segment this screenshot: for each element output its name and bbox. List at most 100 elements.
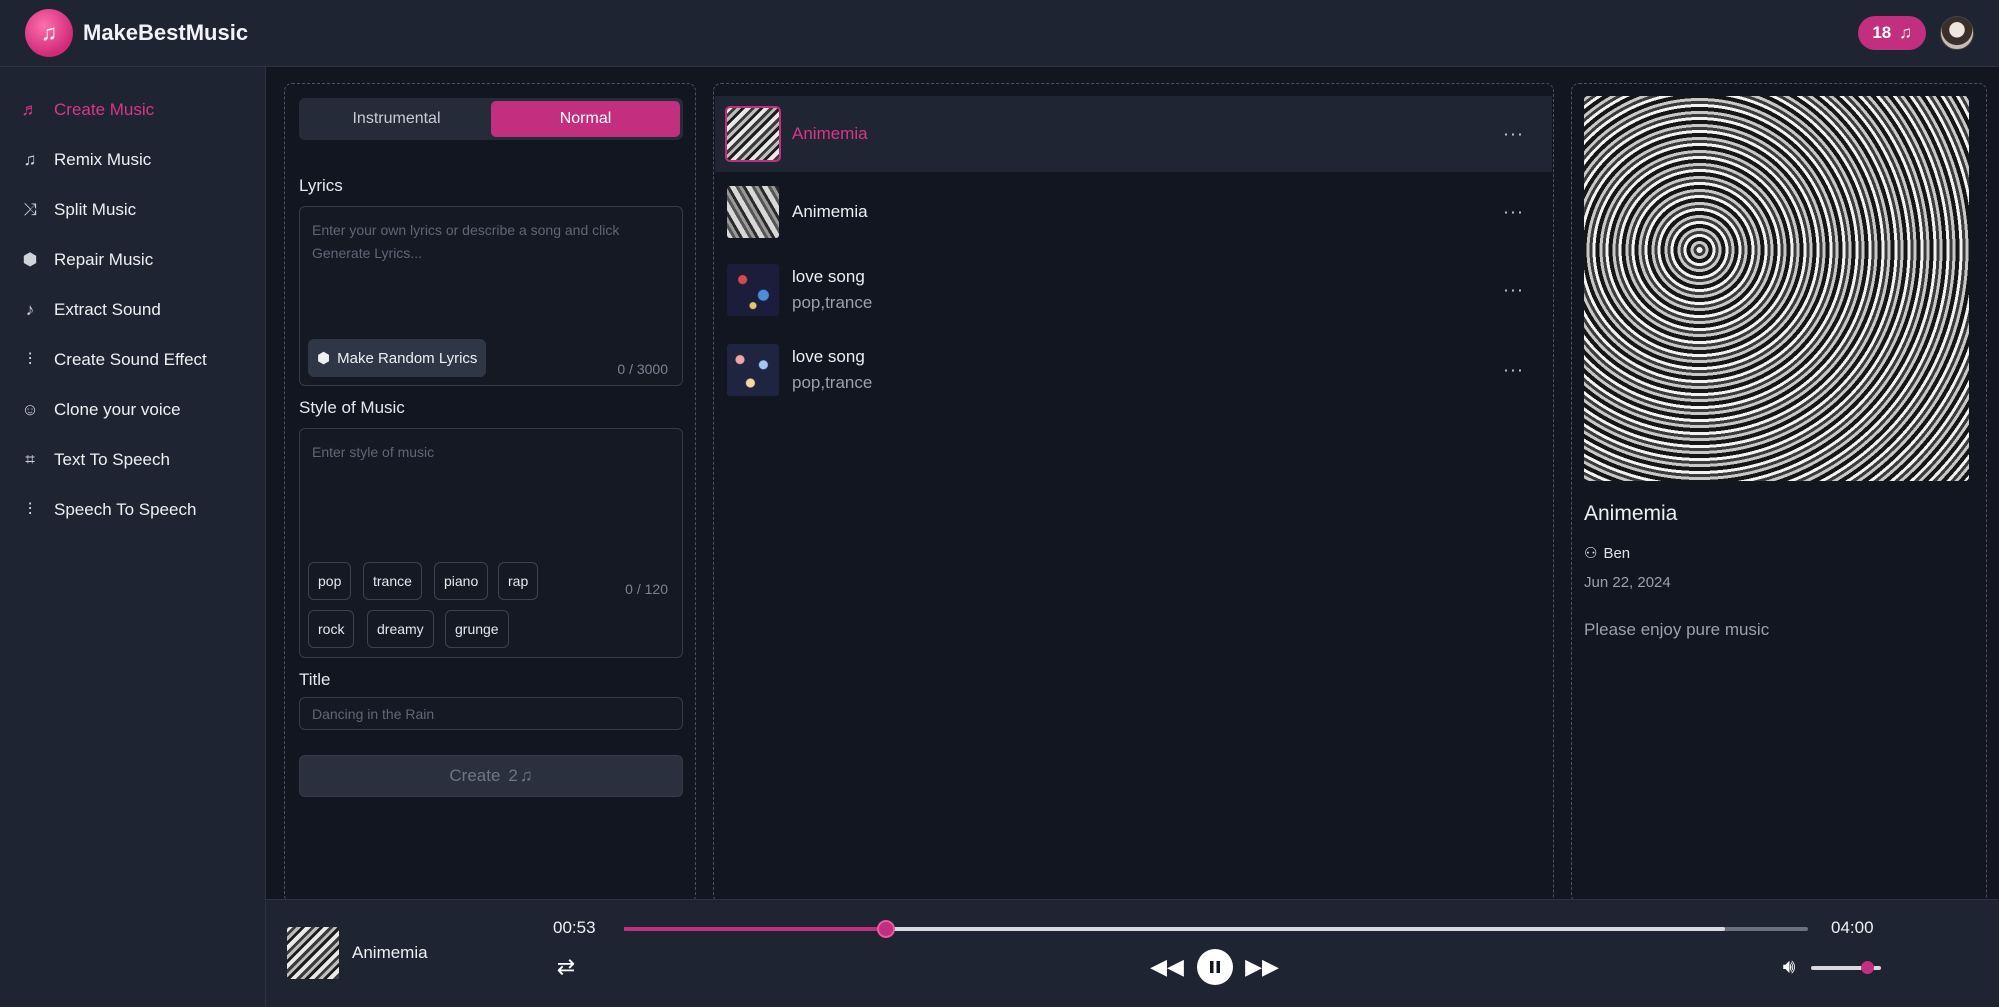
- tag-piano[interactable]: piano: [434, 562, 489, 600]
- more-options-icon[interactable]: ···: [1503, 202, 1524, 223]
- sidebar-item-clone-voice[interactable]: ☺ Clone your voice: [0, 385, 265, 435]
- sidebar-item-create-music[interactable]: ♬ Create Music: [0, 85, 265, 135]
- song-title: Animemia: [792, 124, 868, 143]
- sidebar-item-split-music[interactable]: ⤨ Split Music: [0, 185, 265, 235]
- title-input[interactable]: Dancing in the Rain: [299, 697, 683, 730]
- more-options-icon[interactable]: ···: [1503, 124, 1524, 145]
- song-thumbnail: [727, 264, 779, 316]
- volume-icon[interactable]: 🔊︎: [1776, 955, 1802, 979]
- cover-art: [1584, 96, 1969, 481]
- voice-icon: ☺: [21, 400, 39, 419]
- lyrics-counter: 0 / 3000: [617, 361, 668, 377]
- song-tags: pop,trance: [792, 373, 873, 392]
- detail-author: ⚇ Ben: [1584, 544, 1631, 563]
- main-area: Instrumental Normal Lyrics Enter your ow…: [266, 67, 1999, 903]
- style-placeholder: Enter style of music: [312, 444, 435, 460]
- repeat-icon[interactable]: ⇄: [553, 954, 579, 980]
- create-form-panel: Instrumental Normal Lyrics Enter your ow…: [284, 83, 696, 903]
- tag-pop[interactable]: pop: [308, 562, 352, 600]
- avatar[interactable]: [1940, 16, 1974, 50]
- sidebar-item-label: Extract Sound: [54, 300, 161, 319]
- extract-icon: ♪: [25, 300, 35, 319]
- pause-icon: [1210, 961, 1220, 973]
- song-tags: pop,trance: [792, 293, 873, 312]
- list-item[interactable]: Animemia ···: [715, 96, 1552, 172]
- tag-rap[interactable]: rap: [498, 562, 539, 600]
- player-title: Animemia: [352, 943, 428, 962]
- credits-badge[interactable]: 18 ♫: [1858, 16, 1926, 50]
- fast-forward-icon[interactable]: ▶▶: [1245, 954, 1279, 980]
- sidebar-item-label: Clone your voice: [54, 400, 181, 419]
- sidebar-item-label: Remix Music: [54, 150, 152, 169]
- user-icon: ⚇: [1584, 545, 1598, 562]
- mode-normal-button[interactable]: Normal: [491, 101, 680, 137]
- sidebar-item-label: Split Music: [54, 200, 137, 219]
- logo-icon: ♫: [25, 9, 73, 57]
- sidebar-item-label: Create Music: [54, 100, 155, 119]
- volume-handle[interactable]: [1861, 961, 1874, 974]
- sidebar-item-label: Create Sound Effect: [54, 350, 207, 369]
- list-item[interactable]: love song pop,trance ···: [715, 252, 1552, 328]
- sidebar-item-label: Speech To Speech: [54, 500, 197, 519]
- pause-button[interactable]: [1197, 949, 1233, 985]
- progress-slider[interactable]: [624, 920, 1808, 938]
- style-label: Style of Music: [299, 398, 405, 417]
- repair-icon: ⬢: [22, 250, 38, 269]
- list-item[interactable]: love song pop,trance ···: [715, 332, 1552, 408]
- tag-grunge[interactable]: grunge: [445, 610, 509, 648]
- author-name: Ben: [1603, 544, 1631, 562]
- top-bar: ♫ MakeBestMusic 18 ♫: [0, 0, 1999, 67]
- sidebar-item-text-to-speech[interactable]: ⌗ Text To Speech: [0, 435, 265, 485]
- dice-icon: ⬢: [317, 350, 331, 367]
- make-random-lyrics-button[interactable]: ⬢ Make Random Lyrics: [308, 339, 487, 377]
- song-title: Animemia: [792, 202, 868, 221]
- music-note-icon: ♫: [1899, 23, 1912, 42]
- sidebar-item-label: Repair Music: [54, 250, 154, 269]
- tag-trance[interactable]: trance: [363, 562, 422, 600]
- sidebar-item-label: Text To Speech: [54, 450, 170, 469]
- progress-fill: [624, 927, 886, 931]
- song-thumbnail: [727, 186, 779, 238]
- mode-toggle: Instrumental Normal: [299, 98, 683, 140]
- split-icon: ⤨: [23, 200, 37, 219]
- player-bar: Animemia 00:53 04:00 ⇄ ◀◀ ▶▶ 🔊︎: [266, 899, 1999, 1007]
- title-label: Title: [299, 670, 331, 689]
- detail-description: Please enjoy pure music: [1584, 620, 1770, 639]
- list-item[interactable]: Animemia ···: [715, 174, 1552, 250]
- detail-date: Jun 22, 2024: [1584, 574, 1671, 591]
- progress-handle[interactable]: [876, 920, 895, 938]
- sidebar-item-extract-sound[interactable]: ♪ Extract Sound: [0, 285, 265, 335]
- app-name: MakeBestMusic: [83, 20, 249, 45]
- credits-count: 18: [1872, 23, 1892, 42]
- lyrics-field[interactable]: Enter your own lyrics or describe a song…: [299, 206, 683, 386]
- music-note-icon: ♫: [519, 766, 533, 785]
- more-options-icon[interactable]: ···: [1503, 360, 1524, 381]
- song-thumbnail: [727, 344, 779, 396]
- style-field[interactable]: Enter style of music pop trance piano ra…: [299, 428, 683, 658]
- tag-rock[interactable]: rock: [308, 610, 355, 648]
- song-title: love song: [792, 267, 865, 286]
- sidebar-item-speech-to-speech[interactable]: ⫶ Speech To Speech: [0, 485, 265, 535]
- lyrics-label: Lyrics: [299, 176, 343, 195]
- sidebar-item-create-sound-effect[interactable]: ⫶ Create Sound Effect: [0, 335, 265, 385]
- create-label: Create: [449, 766, 501, 785]
- song-thumbnail: [725, 106, 781, 162]
- create-button[interactable]: Create 2 ♫: [299, 755, 683, 797]
- sidebar-item-remix-music[interactable]: ♫ Remix Music: [0, 135, 265, 185]
- song-list-panel: Animemia ··· Animemia ··· love song pop,…: [713, 83, 1554, 903]
- song-title: love song: [792, 347, 865, 366]
- lyrics-placeholder: Enter your own lyrics or describe a song…: [312, 222, 620, 261]
- tag-dreamy[interactable]: dreamy: [367, 610, 434, 648]
- more-options-icon[interactable]: ···: [1503, 280, 1524, 301]
- brand[interactable]: ♫ MakeBestMusic: [25, 9, 248, 57]
- mode-instrumental-button[interactable]: Instrumental: [302, 101, 491, 137]
- current-time: 00:53: [553, 918, 596, 937]
- rewind-icon[interactable]: ◀◀: [1150, 954, 1184, 980]
- total-time: 04:00: [1831, 918, 1874, 937]
- sidebar: ♬ Create Music ♫ Remix Music ⤨ Split Mus…: [0, 67, 266, 1007]
- player-thumbnail: [287, 927, 339, 979]
- remix-icon: ♫: [23, 150, 37, 169]
- make-random-lyrics-label: Make Random Lyrics: [337, 349, 478, 367]
- volume-slider[interactable]: [1811, 961, 1881, 974]
- sidebar-item-repair-music[interactable]: ⬢ Repair Music: [0, 235, 265, 285]
